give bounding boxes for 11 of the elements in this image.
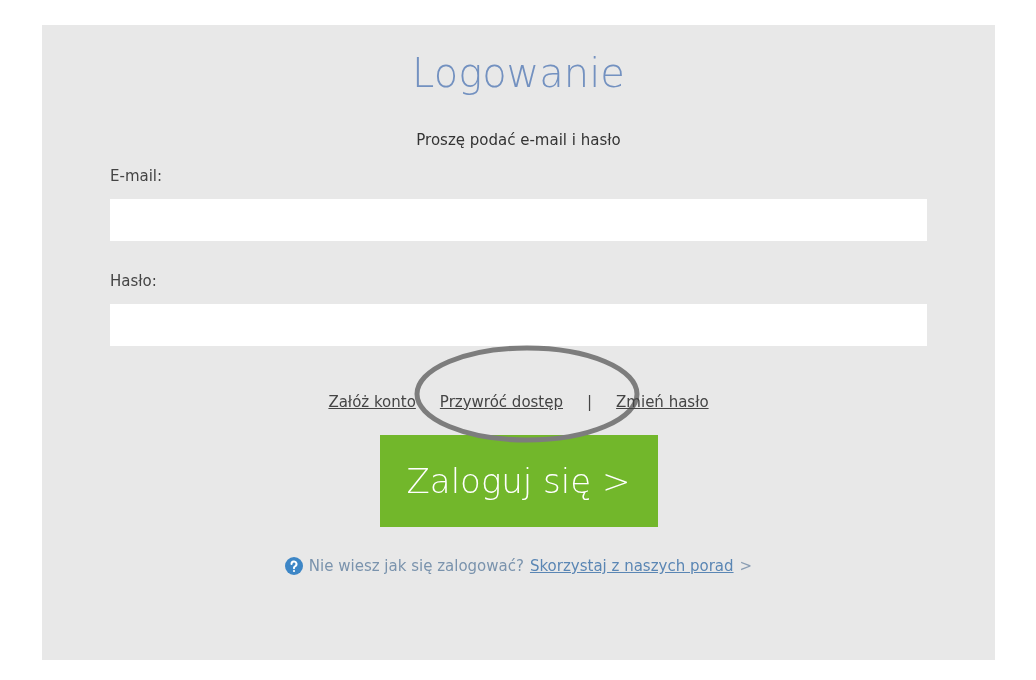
field-label: Hasło: bbox=[110, 270, 158, 291]
login-title: Logowanie bbox=[412, 49, 625, 98]
account-link[interactable]: Przywróć dostęp bbox=[439, 392, 563, 411]
login-instructions: Proszę podać e-mail i hasło bbox=[416, 130, 621, 151]
help-question: Nie wiesz jak się zalogować? bbox=[308, 556, 524, 577]
account-link[interactable]: Załóż konto bbox=[328, 392, 416, 411]
chevron-text: > bbox=[739, 556, 753, 577]
text-field[interactable] bbox=[110, 303, 927, 346]
field-label: E-mail: bbox=[110, 165, 164, 186]
help-icon bbox=[284, 557, 303, 576]
link-separator: | bbox=[587, 391, 593, 413]
